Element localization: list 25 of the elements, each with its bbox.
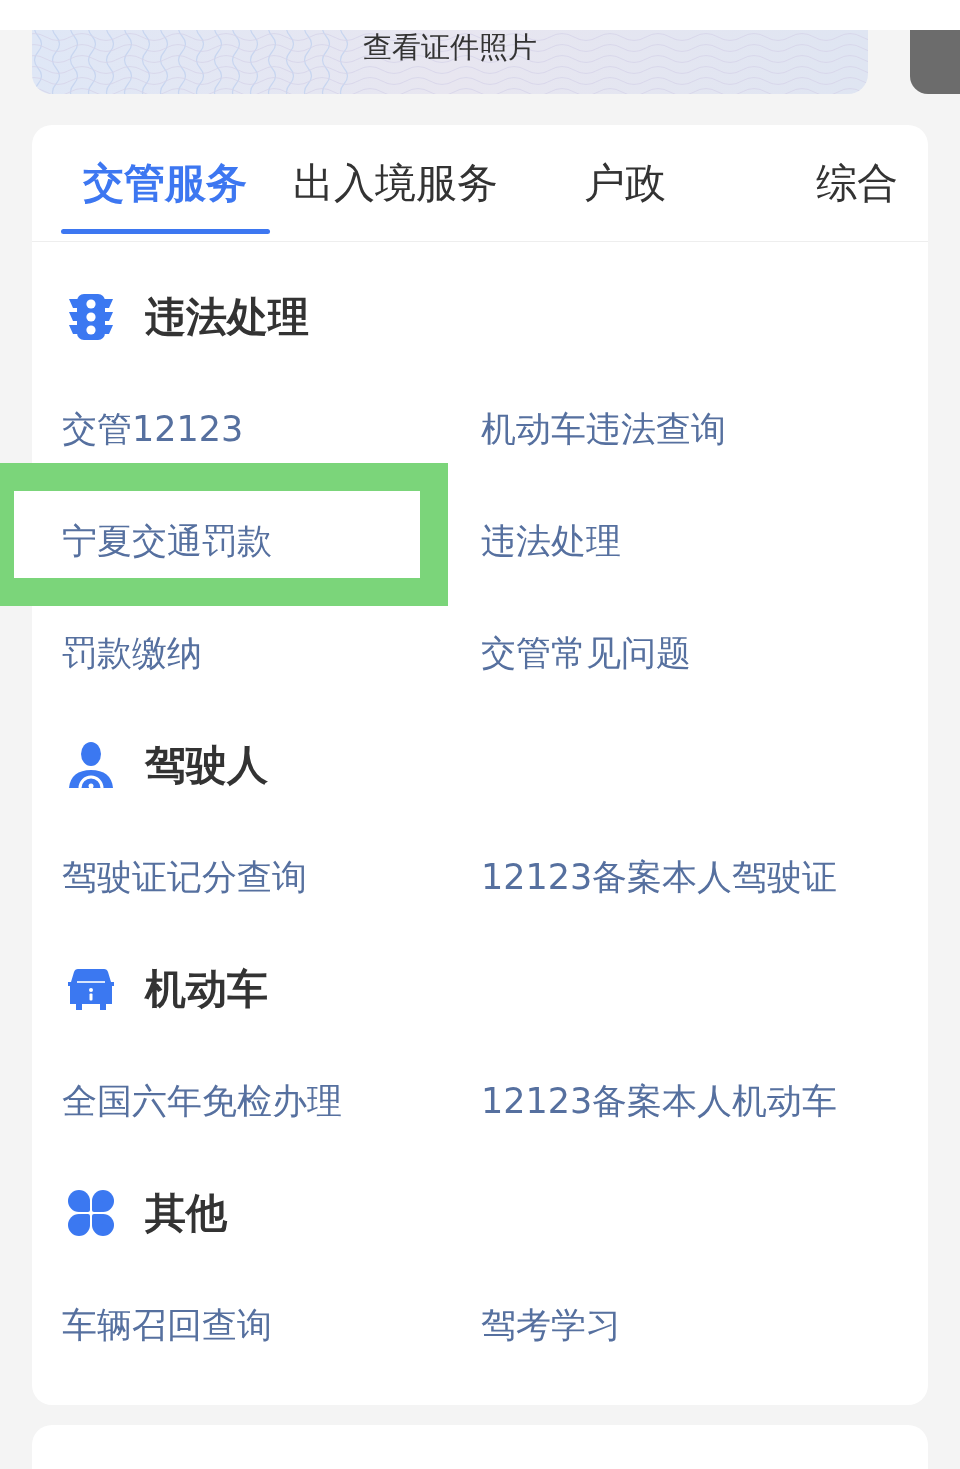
- service-link[interactable]: 交管常见问题: [481, 629, 691, 677]
- service-link[interactable]: 12123备案本人机动车: [481, 1077, 838, 1125]
- service-link[interactable]: 驾驶证记分查询: [62, 853, 307, 901]
- side-card-background: [910, 30, 960, 94]
- service-link[interactable]: 机动车违法查询: [481, 405, 726, 453]
- traffic-light-icon: [67, 293, 115, 341]
- service-link[interactable]: 全国六年免检办理: [62, 1077, 342, 1125]
- service-link[interactable]: 驾考学习: [481, 1301, 621, 1349]
- category-tab[interactable]: 交管服务: [50, 125, 280, 241]
- service-link[interactable]: 宁夏交通罚款: [62, 517, 272, 565]
- view-id-photo-banner[interactable]: 查看证件照片: [32, 30, 868, 94]
- section-title: 其他: [145, 1187, 227, 1239]
- section-title: 机动车: [145, 963, 268, 1015]
- service-link[interactable]: 车辆召回查询: [62, 1301, 272, 1349]
- section-title: 驾驶人: [145, 739, 268, 791]
- section-title: 违法处理: [145, 291, 309, 343]
- service-link[interactable]: 罚款缴纳: [62, 629, 202, 677]
- service-link[interactable]: 交管12123: [62, 405, 244, 453]
- service-link[interactable]: 12123备案本人驾驶证: [481, 853, 838, 901]
- category-tab[interactable]: 户政: [510, 125, 740, 241]
- category-tab[interactable]: 出入境服务: [280, 125, 510, 241]
- driver-icon: [67, 741, 115, 789]
- four-petal-grid-icon: [67, 1189, 115, 1237]
- category-tab[interactable]: 综合: [740, 125, 928, 241]
- service-link[interactable]: 违法处理: [481, 517, 621, 565]
